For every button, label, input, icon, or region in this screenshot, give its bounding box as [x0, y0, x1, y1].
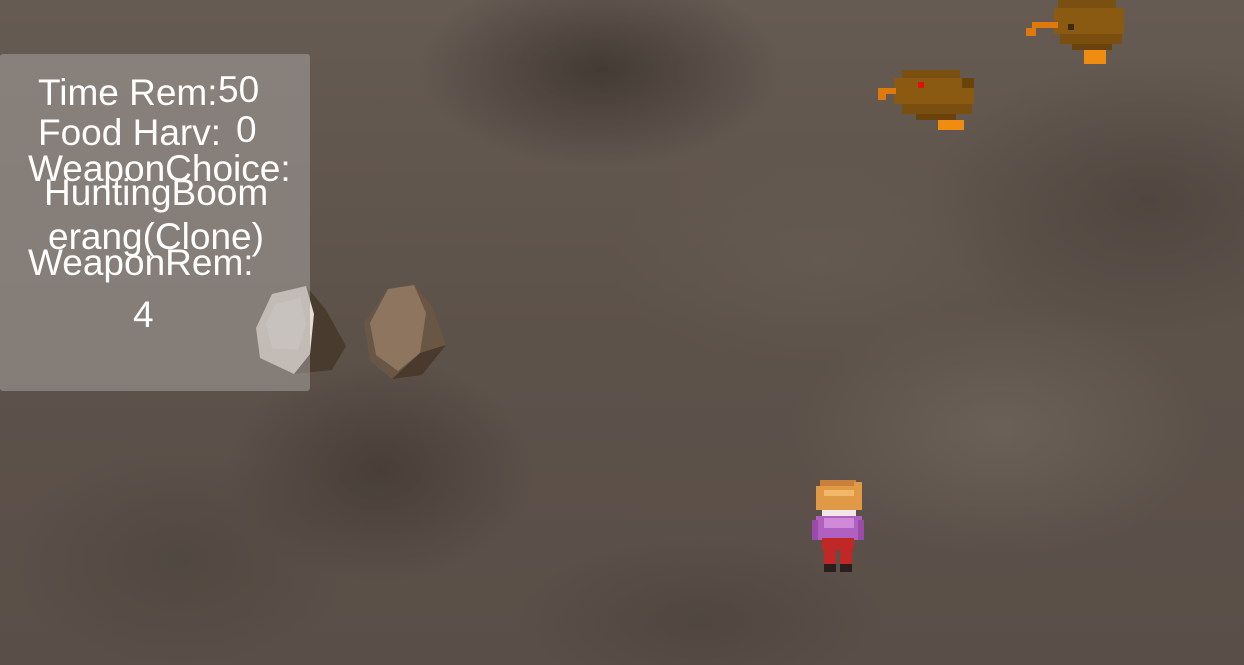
weapon-choice-value: HuntingBoom: [44, 172, 269, 213]
player-character: [812, 480, 864, 572]
weapon-remaining-label: WeaponRem:: [28, 242, 254, 283]
time-remaining-value: 50: [218, 69, 260, 110]
kiwi-bird: [878, 70, 974, 130]
weapon-remaining-value: 4: [133, 294, 154, 335]
time-remaining-label: Time Rem:: [38, 72, 218, 113]
food-harvested-value: 0: [236, 109, 257, 150]
kiwi-bird: [1026, 0, 1124, 64]
rock-dark: [364, 285, 446, 379]
